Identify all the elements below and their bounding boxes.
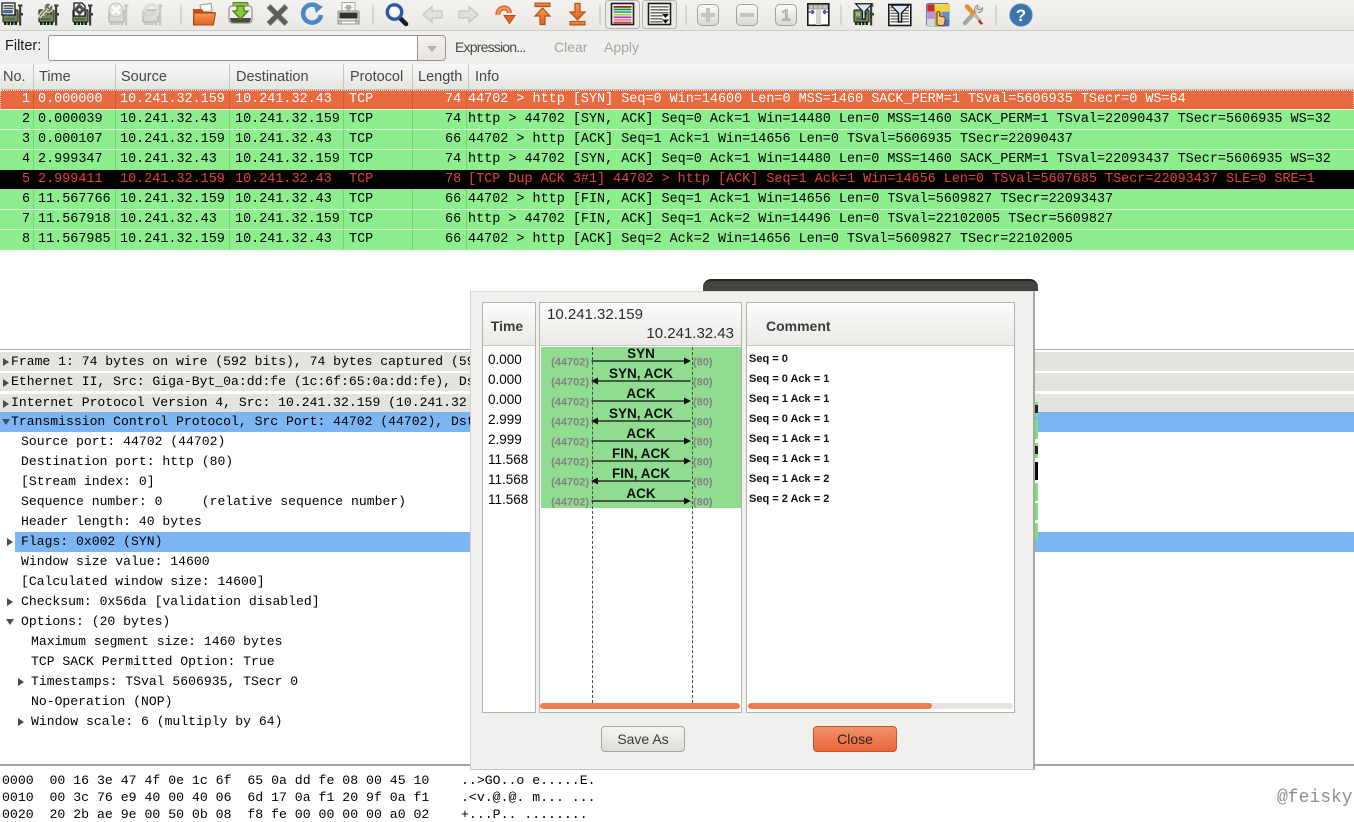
svg-text:(80): (80)	[693, 397, 713, 409]
svg-text:FIN, ACK: FIN, ACK	[612, 446, 670, 461]
svg-text:(44702): (44702)	[551, 417, 589, 429]
svg-text:(80): (80)	[693, 377, 713, 389]
svg-text:(44702): (44702)	[551, 397, 589, 409]
svg-text:(80): (80)	[693, 457, 713, 469]
svg-text:ACK: ACK	[626, 486, 655, 501]
svg-text:(44702): (44702)	[551, 497, 589, 509]
svg-text:(80): (80)	[693, 437, 713, 449]
svg-text:1: 1	[782, 8, 791, 25]
svg-text:(44702): (44702)	[551, 357, 589, 369]
svg-text:FIN, ACK: FIN, ACK	[612, 466, 670, 481]
svg-text:(80): (80)	[693, 477, 713, 489]
svg-text:ACK: ACK	[626, 426, 655, 441]
svg-text:SYN: SYN	[627, 346, 655, 361]
svg-text:(80): (80)	[693, 417, 713, 429]
svg-text:(80): (80)	[693, 357, 713, 369]
svg-text:(44702): (44702)	[551, 457, 589, 469]
svg-text:(44702): (44702)	[551, 477, 589, 489]
svg-text:(44702): (44702)	[551, 437, 589, 449]
svg-text:ACK: ACK	[626, 386, 655, 401]
svg-text:SYN, ACK: SYN, ACK	[609, 406, 673, 421]
svg-text:SYN, ACK: SYN, ACK	[609, 366, 673, 381]
svg-text:?: ?	[1016, 6, 1026, 25]
svg-text:(44702): (44702)	[551, 377, 589, 389]
svg-text:(80): (80)	[693, 497, 713, 509]
